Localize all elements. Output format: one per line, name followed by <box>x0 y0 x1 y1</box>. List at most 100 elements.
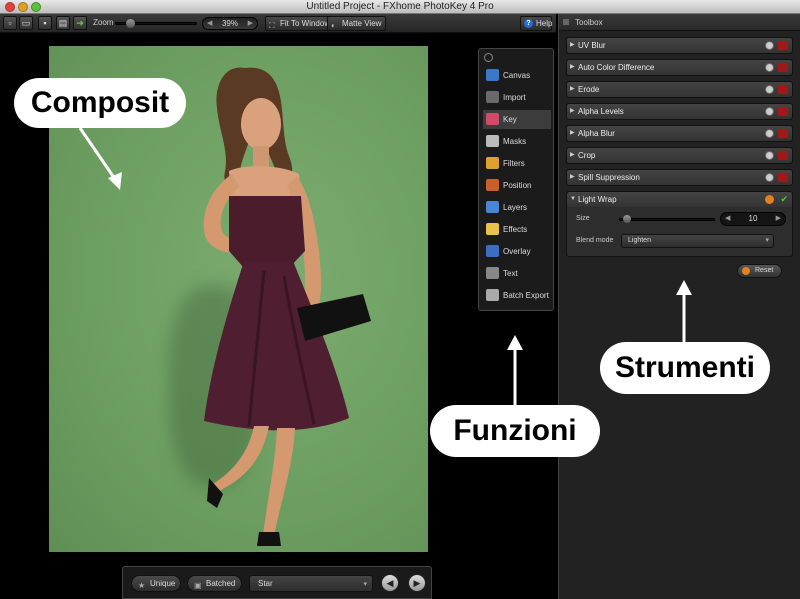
blend-mode-label: Blend mode <box>576 237 614 244</box>
tool-crop[interactable]: ▶ Crop <box>566 147 793 164</box>
reset-button[interactable]: Reset <box>737 264 782 278</box>
canvas-icon <box>486 69 499 81</box>
size-field[interactable]: ◀ 10 ▶ <box>720 212 786 226</box>
function-item-import[interactable]: Import <box>483 88 551 107</box>
batched-button[interactable]: ▣ Batched <box>187 575 242 592</box>
keyframe-clock-icon[interactable] <box>765 173 774 182</box>
tool-label: Auto Color Difference <box>578 63 655 72</box>
dress-bodice <box>229 196 305 268</box>
function-item-canvas[interactable]: Canvas <box>483 66 551 85</box>
key-icon <box>486 113 499 125</box>
help-label: Help <box>536 19 553 28</box>
previous-button[interactable]: ◀ <box>381 574 399 592</box>
export-arrow-icon[interactable]: ➜ <box>73 16 87 30</box>
disable-tool-icon[interactable] <box>778 173 788 182</box>
zoom-label: Zoom <box>93 18 114 27</box>
toolbox-header: Toolbox <box>559 14 800 31</box>
zoom-decrease-icon[interactable]: ◀ <box>207 18 212 29</box>
tool-erode[interactable]: ▶ Erode <box>566 81 793 98</box>
keyframe-clock-icon[interactable] <box>765 151 774 160</box>
keyframe-clock-icon[interactable] <box>765 63 774 72</box>
function-item-batch-export[interactable]: Batch Export <box>483 286 551 305</box>
reset-icon <box>742 267 750 275</box>
matte-view-label: Matte View <box>342 19 382 28</box>
import-icon <box>486 91 499 103</box>
unique-button[interactable]: ★ Unique <box>131 575 181 592</box>
keyframe-clock-icon[interactable] <box>765 41 774 50</box>
collapsed-triangle-icon: ▶ <box>570 174 575 180</box>
zoom-slider[interactable] <box>115 19 197 28</box>
new-document-icon[interactable]: ▫ <box>3 16 17 30</box>
function-item-label: Position <box>503 181 532 190</box>
matte-view-button[interactable]: ◐ Matte View <box>327 16 387 31</box>
function-item-key[interactable]: Key <box>483 110 551 129</box>
tool-spill-suppression[interactable]: ▶ Spill Suppression <box>566 169 793 186</box>
disable-tool-icon[interactable] <box>778 151 788 160</box>
zoom-slider-knob[interactable] <box>126 19 135 28</box>
help-button[interactable]: ? Help <box>520 16 552 31</box>
disable-tool-icon[interactable] <box>778 129 788 138</box>
batch-icon: ▣ <box>194 581 202 590</box>
function-item-filters[interactable]: Filters <box>483 154 551 173</box>
function-item-label: Effects <box>503 225 528 234</box>
collapsed-triangle-icon: ▶ <box>570 42 575 48</box>
keyframe-clock-icon[interactable] <box>765 85 774 94</box>
light-wrap-title: Light Wrap <box>578 195 617 204</box>
position-icon <box>486 179 499 191</box>
size-label: Size <box>576 215 590 222</box>
fit-window-icon: ⛶ <box>269 21 275 30</box>
keyframe-clock-icon[interactable] <box>765 129 774 138</box>
toolbox-title: Toolbox <box>575 18 603 27</box>
batched-label: Batched <box>206 579 236 588</box>
enabled-check-icon[interactable]: ✔ <box>780 192 788 207</box>
size-decrease-icon[interactable]: ◀ <box>725 213 730 225</box>
tool-alpha-levels[interactable]: ▶ Alpha Levels <box>566 103 793 120</box>
function-item-label: Import <box>503 93 526 102</box>
callout-funzioni: Funzioni <box>430 405 600 457</box>
matte-view-icon: ◐ <box>331 21 336 30</box>
preset-select[interactable]: Star ▾ <box>249 575 373 592</box>
function-item-effects[interactable]: Effects <box>483 220 551 239</box>
size-slider-knob[interactable] <box>623 215 631 223</box>
blend-mode-select[interactable]: Lighten ▾ <box>621 234 774 248</box>
tool-alpha-blur[interactable]: ▶ Alpha Blur <box>566 125 793 142</box>
function-item-position[interactable]: Position <box>483 176 551 195</box>
function-item-layers[interactable]: Layers <box>483 198 551 217</box>
print-icon[interactable]: ▤ <box>56 16 70 30</box>
save-icon[interactable]: ▪ <box>38 16 52 30</box>
keyframe-clock-icon[interactable] <box>765 195 774 204</box>
blend-mode-value: Lighten <box>628 237 651 244</box>
title-bar: Untitled Project - FXhome PhotoKey 4 Pro <box>0 0 800 14</box>
next-button[interactable]: ▶ <box>408 574 426 592</box>
function-item-text[interactable]: Text <box>483 264 551 283</box>
tool-uv-blur[interactable]: ▶ UV Blur <box>566 37 793 54</box>
function-item-overlay[interactable]: Overlay <box>483 242 551 261</box>
disable-tool-icon[interactable] <box>778 107 788 116</box>
function-item-label: Masks <box>503 137 527 146</box>
tool-auto-color-difference[interactable]: ▶ Auto Color Difference <box>566 59 793 76</box>
disable-tool-icon[interactable] <box>778 63 788 72</box>
help-icon: ? <box>524 19 533 28</box>
chevron-down-icon: ▾ <box>765 237 769 244</box>
keyframe-clock-icon[interactable] <box>765 107 774 116</box>
tool-label: Crop <box>578 151 596 160</box>
toolbox-panel: Toolbox ▶ UV Blur ▶ Auto Color Difference ▶ E… <box>558 14 800 599</box>
disable-tool-icon[interactable] <box>778 85 788 94</box>
unique-label: Unique <box>150 579 176 588</box>
tool-label: Erode <box>578 85 600 94</box>
right-leg <box>263 428 295 536</box>
function-item-masks[interactable]: Masks <box>483 132 551 151</box>
fit-to-window-button[interactable]: ⛶ Fit To Window <box>265 16 336 31</box>
function-item-label: Filters <box>503 159 525 168</box>
zoom-field[interactable]: ◀ 39% ▶ <box>202 17 258 30</box>
light-wrap-header[interactable]: ▼ Light Wrap ✔ <box>567 192 792 207</box>
zoom-increase-icon[interactable]: ▶ <box>248 18 253 29</box>
open-folder-icon[interactable]: ▭ <box>19 16 33 30</box>
dress-skirt <box>204 261 349 431</box>
size-slider[interactable] <box>619 215 715 223</box>
preset-value: Star <box>258 579 273 588</box>
disable-tool-icon[interactable] <box>778 41 788 50</box>
panel-collapse-icon[interactable] <box>484 53 493 62</box>
function-item-label: Text <box>503 269 518 278</box>
size-increase-icon[interactable]: ▶ <box>776 213 781 225</box>
